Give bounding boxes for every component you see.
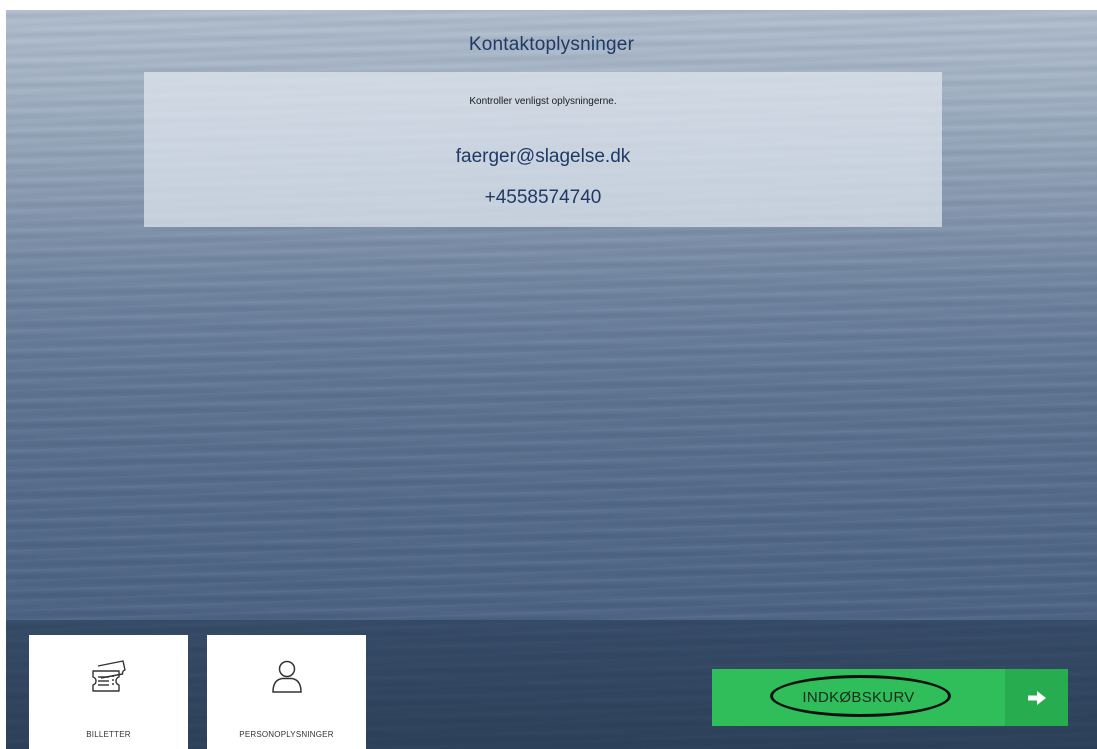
person-icon	[207, 657, 366, 697]
nav-tile-personal-info[interactable]: PERSONOPLYSNINGER	[207, 635, 366, 749]
nav-tile-tickets[interactable]: BILLETTER	[29, 635, 188, 749]
contact-phone: +4558574740	[484, 187, 602, 208]
contact-info-card: Kontroller venligst oplysningerne. faerg…	[144, 72, 942, 227]
app-frame: Kontaktoplysninger Kontroller venligst o…	[6, 10, 1097, 749]
ticket-icon	[29, 657, 188, 697]
cart-button-label: INDKØBSKURV	[802, 689, 915, 706]
arrow-right-icon[interactable]	[1005, 669, 1068, 726]
shopping-cart-button[interactable]: INDKØBSKURV	[712, 669, 1068, 726]
tile-label-tickets: BILLETTER	[86, 730, 131, 739]
page-title: Kontaktoplysninger	[468, 34, 635, 55]
verify-note: Kontroller venligst oplysningerne.	[469, 96, 617, 107]
tile-label-personal-info: PERSONOPLYSNINGER	[239, 730, 334, 739]
contact-email: faerger@slagelse.dk	[455, 146, 631, 167]
